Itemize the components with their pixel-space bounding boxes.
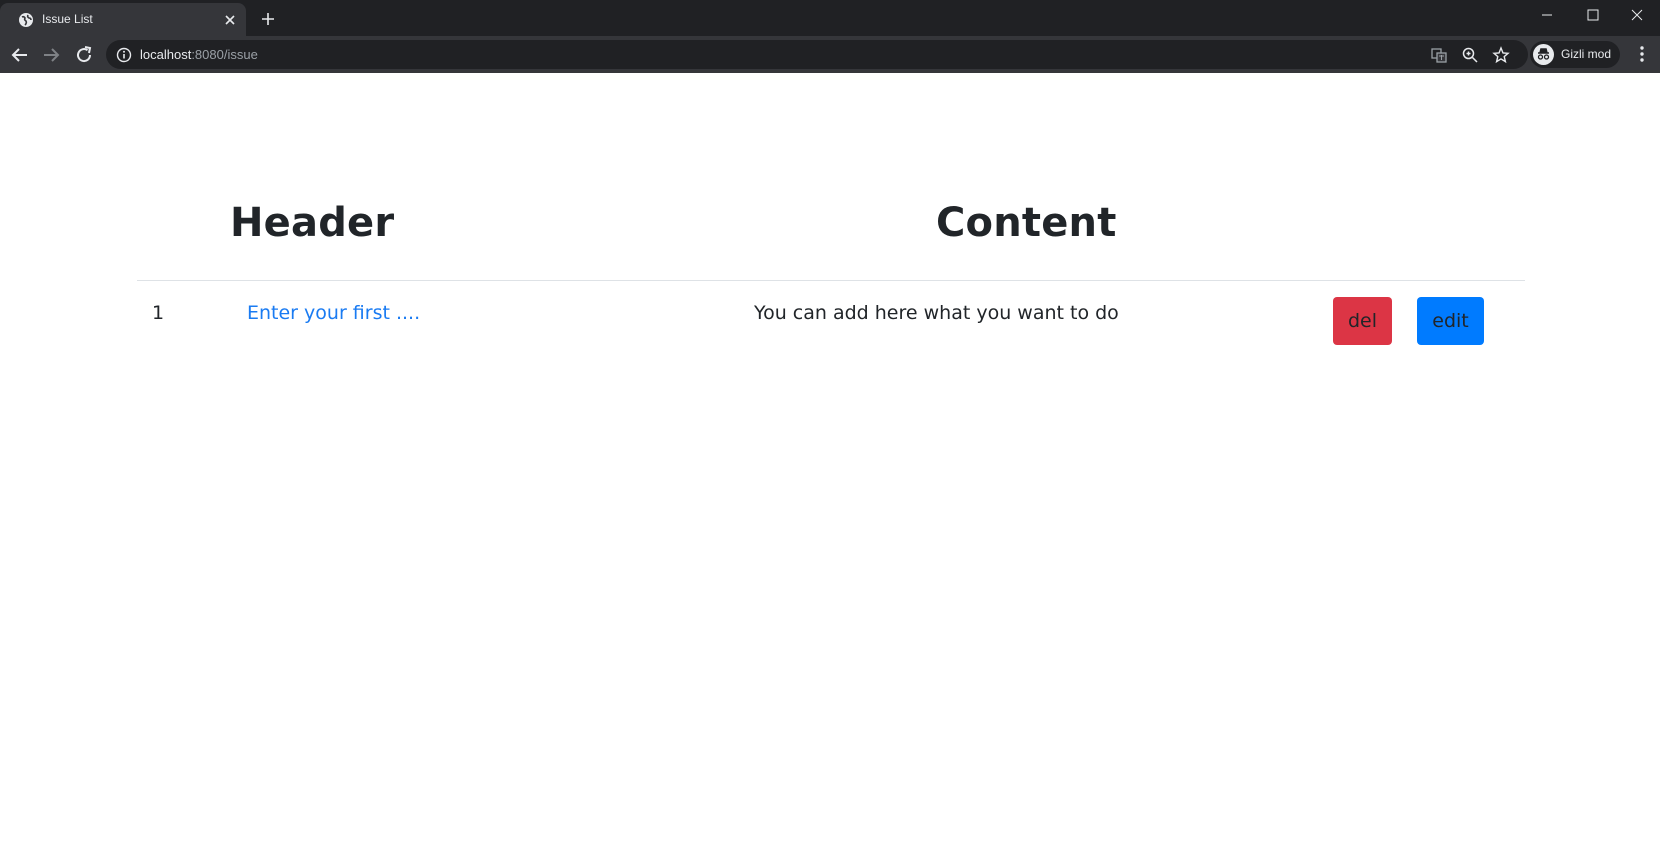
forward-arrow-icon[interactable] <box>39 43 63 67</box>
issue-header-link[interactable]: Enter your first .... <box>247 302 420 324</box>
back-arrow-icon[interactable] <box>8 43 32 67</box>
browser-chrome: Issue List localhost:8080/issue Gizli mo… <box>0 0 1660 73</box>
profile-label: Gizli mod <box>1561 47 1612 61</box>
tab-title: Issue List <box>42 12 93 26</box>
url-path: :8080/issue <box>191 47 258 62</box>
browser-menu-icon[interactable] <box>1632 44 1652 64</box>
url-host: localhost <box>140 47 192 62</box>
url-text[interactable]: localhost:8080/issue <box>140 47 258 62</box>
browser-toolbar: localhost:8080/issue Gizli mod <box>0 36 1660 73</box>
tab-strip: Issue List <box>0 0 1660 36</box>
zoom-icon[interactable] <box>1461 46 1479 64</box>
site-info-icon[interactable] <box>116 47 132 63</box>
table-divider <box>137 280 1525 281</box>
maximize-window-icon[interactable] <box>1570 0 1616 30</box>
globe-icon <box>18 12 34 28</box>
bookmark-star-icon[interactable] <box>1492 46 1510 64</box>
delete-button[interactable]: del <box>1333 297 1392 345</box>
new-tab-icon[interactable] <box>259 10 277 28</box>
minimize-window-icon[interactable] <box>1524 0 1570 30</box>
incognito-icon <box>1533 44 1554 65</box>
row-index: 1 <box>152 302 165 324</box>
issue-content: You can add here what you want to do <box>754 302 1119 324</box>
address-bar[interactable]: localhost:8080/issue <box>106 40 1528 69</box>
tab-issue-list[interactable]: Issue List <box>0 3 246 36</box>
reload-icon[interactable] <box>72 43 96 67</box>
translate-icon[interactable] <box>1430 46 1448 64</box>
incognito-profile-button[interactable]: Gizli mod <box>1530 41 1620 68</box>
column-header-header: Header <box>230 200 395 246</box>
edit-button[interactable]: edit <box>1417 297 1484 345</box>
column-header-content: Content <box>936 200 1117 246</box>
close-window-icon[interactable] <box>1614 0 1660 30</box>
close-tab-icon[interactable] <box>222 12 238 28</box>
